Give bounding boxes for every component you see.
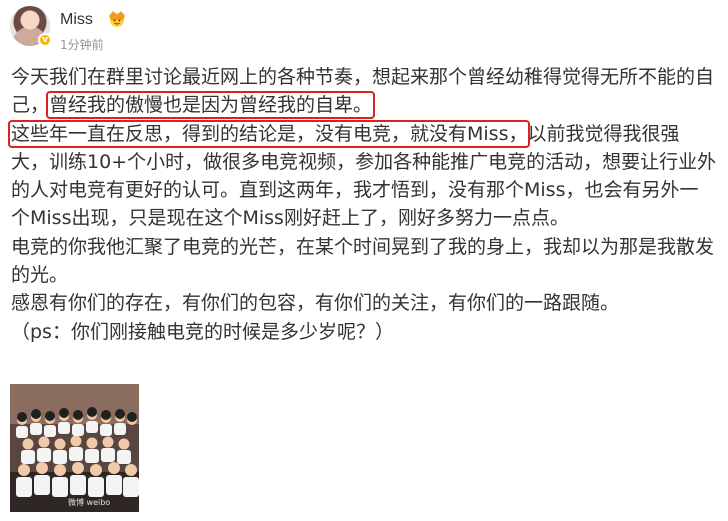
group-photo-illustration bbox=[10, 384, 139, 512]
group-photo-thumbnail[interactable]: 微博 weibo bbox=[10, 384, 139, 512]
paragraph-2: 这些年一直在反思，得到的结论是，没有电竞，就没有Miss，以前我觉得我很强大，训… bbox=[7, 119, 717, 233]
author-name[interactable]: Miss bbox=[60, 11, 93, 29]
highlighted-sentence-2: 这些年一直在反思，得到的结论是，没有电竞，就没有Miss， bbox=[7, 119, 531, 148]
crown-emoji-icon bbox=[109, 11, 125, 27]
verified-badge-icon: v bbox=[38, 33, 52, 47]
paragraph-3: 电竞的你我他汇聚了电竞的光芒，在某个时间晃到了我的身上，我却以为那是我散发的光。 bbox=[11, 235, 715, 287]
post-body: 今天我们在群里讨论最近网上的各种节奏，想起来那个曾经幼稚得觉得无所不能的自己，曾… bbox=[7, 63, 717, 346]
post-header: v Miss 1分钟前 bbox=[10, 6, 710, 54]
paragraph-5: （ps：你们刚接触电竞的时候是多少岁呢？） bbox=[11, 320, 394, 343]
post-timestamp[interactable]: 1分钟前 bbox=[60, 36, 104, 53]
paragraph-1: 今天我们在群里讨论最近网上的各种节奏，想起来那个曾经幼稚得觉得无所不能的自己，曾… bbox=[11, 63, 717, 120]
image-watermark: 微博 weibo bbox=[68, 498, 111, 507]
paragraph-4: 感恩有你们的存在，有你们的包容，有你们的关注，有你们的一路跟随。 bbox=[11, 292, 620, 315]
highlighted-sentence-1: 曾经我的傲慢也是因为曾经我的自卑。 bbox=[46, 91, 376, 120]
